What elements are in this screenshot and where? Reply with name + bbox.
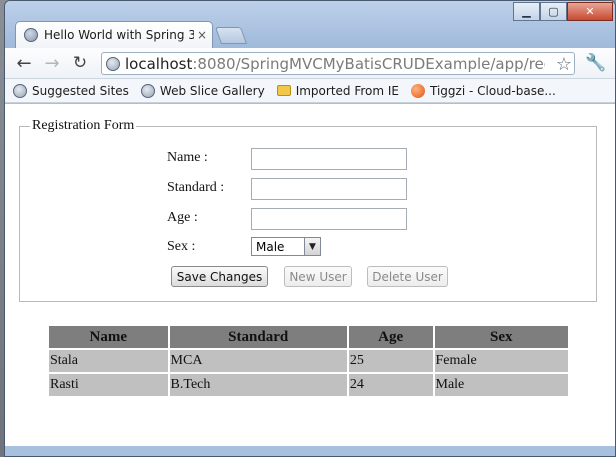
standard-field[interactable] <box>251 178 407 200</box>
bookmark-imported-from-ie[interactable]: Imported From IE <box>276 83 400 98</box>
standard-label: Standard : <box>167 180 225 195</box>
url-host: localhost <box>125 54 193 73</box>
column-header-name: Name <box>49 326 168 348</box>
globe-icon <box>13 83 27 98</box>
window-controls: ▁ ▢ ✕ <box>513 2 613 21</box>
name-field[interactable] <box>251 148 407 170</box>
back-button[interactable]: ← <box>13 52 35 74</box>
new-tab-button[interactable] <box>214 27 248 44</box>
globe-icon <box>140 83 155 98</box>
bookmarks-bar: Suggested Sites Web Slice Gallery Import… <box>5 79 615 103</box>
column-header-sex: Sex <box>434 326 568 348</box>
url-path: :8080/SpringMVCMyBatisCRUDExample/app/re… <box>192 54 545 73</box>
delete-user-button[interactable]: Delete User <box>367 266 448 287</box>
bookmark-label: Imported From IE <box>295 83 400 98</box>
tab-title: Hello World with Spring 3 MVC <box>44 28 194 42</box>
globe-icon <box>24 28 38 42</box>
forward-button[interactable]: → <box>41 52 63 74</box>
table-row[interactable]: Stala MCA 25 Female <box>49 350 568 372</box>
maximize-button[interactable]: ▢ <box>540 2 567 21</box>
cell-name: Stala <box>49 350 168 372</box>
wrench-menu-icon[interactable]: 🔧 <box>585 53 606 73</box>
sex-label: Sex : <box>167 239 196 254</box>
table-row[interactable]: Rasti B.Tech 24 Male <box>49 374 568 396</box>
dropdown-arrow-icon[interactable]: ▼ <box>304 238 320 255</box>
cell-age: 24 <box>348 374 433 396</box>
url-text[interactable]: localhost:8080/SpringMVCMyBatisCRUDExamp… <box>125 55 545 73</box>
bookmark-label: Tiggzi - Cloud-base... <box>430 83 556 98</box>
sex-selected-value: Male <box>256 239 285 254</box>
cell-age: 25 <box>348 350 433 372</box>
save-changes-button[interactable]: Save Changes <box>171 266 268 287</box>
sex-select[interactable]: Male ▼ <box>251 237 321 256</box>
bookmark-label: Web Slice Gallery <box>159 83 265 98</box>
bookmark-star-icon[interactable]: ☆ <box>556 54 572 74</box>
age-field[interactable] <box>251 208 407 230</box>
reload-button[interactable]: ↻ <box>69 52 91 74</box>
name-label: Name : <box>167 150 208 165</box>
close-window-button[interactable]: ✕ <box>567 2 613 21</box>
address-bar[interactable]: localhost:8080/SpringMVCMyBatisCRUDExamp… <box>101 52 575 75</box>
browser-window: ▁ ▢ ✕ Hello World with Spring 3 MVC × ← … <box>4 0 616 457</box>
page-info-icon[interactable] <box>106 56 120 71</box>
cell-sex: Female <box>434 350 568 372</box>
page-content: Registration Form Name : Standard : Age … <box>5 104 615 446</box>
new-user-button[interactable]: New User <box>284 266 352 287</box>
age-label: Age : <box>167 210 198 225</box>
column-header-standard: Standard <box>169 326 347 348</box>
minimize-button[interactable]: ▁ <box>513 2 540 21</box>
cell-sex: Male <box>434 374 568 396</box>
users-table: Name Standard Age Sex Stala MCA 25 Femal… <box>47 324 570 398</box>
column-header-age: Age <box>348 326 433 348</box>
cell-standard: MCA <box>169 350 347 372</box>
form-legend: Registration Form <box>32 118 135 133</box>
cell-name: Rasti <box>49 374 168 396</box>
tiggzi-icon <box>411 83 426 98</box>
table-header-row: Name Standard Age Sex <box>49 326 568 348</box>
bookmark-suggested-sites[interactable]: Suggested Sites <box>13 83 129 98</box>
bookmark-tiggzi[interactable]: Tiggzi - Cloud-base... <box>411 83 556 98</box>
browser-tab[interactable]: Hello World with Spring 3 MVC × <box>15 21 213 48</box>
title-bar: ▁ ▢ ✕ Hello World with Spring 3 MVC × <box>5 1 615 49</box>
folder-icon <box>276 85 291 96</box>
bookmark-web-slice-gallery[interactable]: Web Slice Gallery <box>140 83 265 98</box>
bookmark-label: Suggested Sites <box>32 83 129 98</box>
tab-close-icon[interactable]: × <box>197 28 207 42</box>
navigation-toolbar: ← → ↻ localhost:8080/SpringMVCMyBatisCRU… <box>5 48 615 79</box>
cell-standard: B.Tech <box>169 374 347 396</box>
